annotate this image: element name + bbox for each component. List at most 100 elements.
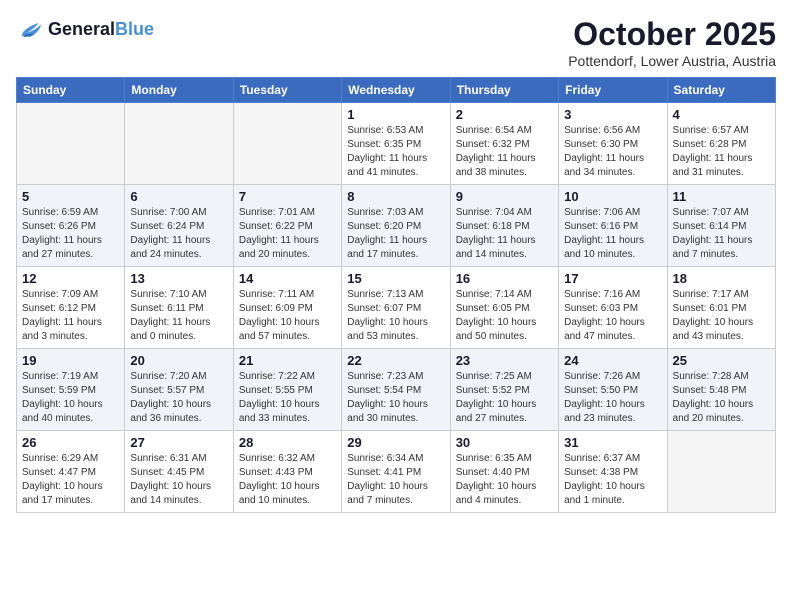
cell-day-number: 7 [239, 189, 336, 204]
cell-day-number: 25 [673, 353, 770, 368]
calendar-cell [667, 431, 775, 513]
calendar-week-row: 26 Sunrise: 6:29 AM Sunset: 4:47 PM Dayli… [17, 431, 776, 513]
cell-info: Sunrise: 6:35 AM Sunset: 4:40 PM Dayligh… [456, 452, 553, 508]
cell-day-number: 10 [564, 189, 661, 204]
cell-info: Sunrise: 7:09 AM Sunset: 6:12 PM Dayligh… [22, 288, 119, 344]
cell-info: Sunrise: 6:32 AM Sunset: 4:43 PM Dayligh… [239, 452, 336, 508]
cell-day-number: 17 [564, 271, 661, 286]
calendar-cell: 21 Sunrise: 7:22 AM Sunset: 5:55 PM Dayli… [233, 349, 341, 431]
cell-day-number: 1 [347, 107, 444, 122]
calendar-cell: 6 Sunrise: 7:00 AM Sunset: 6:24 PM Daylig… [125, 185, 233, 267]
calendar-cell: 7 Sunrise: 7:01 AM Sunset: 6:22 PM Daylig… [233, 185, 341, 267]
day-header-thursday: Thursday [450, 78, 558, 103]
calendar-cell: 26 Sunrise: 6:29 AM Sunset: 4:47 PM Dayli… [17, 431, 125, 513]
day-header-wednesday: Wednesday [342, 78, 450, 103]
calendar-cell: 27Sunrise: 6:31 AM Sunset: 4:45 PM Dayli… [125, 431, 233, 513]
calendar-week-row: 19 Sunrise: 7:19 AM Sunset: 5:59 PM Dayli… [17, 349, 776, 431]
logo-text: GeneralBlue [48, 20, 154, 40]
calendar-cell: 18 Sunrise: 7:17 AM Sunset: 6:01 PM Dayli… [667, 267, 775, 349]
cell-day-number: 18 [673, 271, 770, 286]
cell-info: Sunrise: 7:04 AM Sunset: 6:18 PM Dayligh… [456, 206, 553, 262]
logo-icon [16, 16, 44, 44]
logo: GeneralBlue [16, 16, 154, 44]
calendar-cell: 13 Sunrise: 7:10 AM Sunset: 6:11 PM Dayli… [125, 267, 233, 349]
cell-day-number: 9 [456, 189, 553, 204]
cell-info: Sunrise: 7:11 AM Sunset: 6:09 PM Dayligh… [239, 288, 336, 344]
calendar-cell: 17 Sunrise: 7:16 AM Sunset: 6:03 PM Dayli… [559, 267, 667, 349]
cell-day-number: 20 [130, 353, 227, 368]
calendar-table: SundayMondayTuesdayWednesdayThursdayFrid… [16, 77, 776, 513]
calendar-cell: 5Sunrise: 6:59 AM Sunset: 6:26 PM Daylig… [17, 185, 125, 267]
cell-day-number: 8 [347, 189, 444, 204]
calendar-cell: 14 Sunrise: 7:11 AM Sunset: 6:09 PM Dayli… [233, 267, 341, 349]
cell-day-number: 27 [130, 435, 227, 450]
cell-day-number: 12 [22, 271, 119, 286]
cell-info: Sunrise: 7:28 AM Sunset: 5:48 PM Dayligh… [673, 370, 770, 426]
cell-info: Sunrise: 6:54 AM Sunset: 6:32 PM Dayligh… [456, 124, 553, 180]
calendar-cell: 10Sunrise: 7:06 AM Sunset: 6:16 PM Dayli… [559, 185, 667, 267]
calendar-cell: 12 Sunrise: 7:09 AM Sunset: 6:12 PM Dayli… [17, 267, 125, 349]
cell-day-number: 31 [564, 435, 661, 450]
calendar-header-row: SundayMondayTuesdayWednesdayThursdayFrid… [17, 78, 776, 103]
cell-day-number: 11 [673, 189, 770, 204]
cell-day-number: 6 [130, 189, 227, 204]
calendar-cell: 9 Sunrise: 7:04 AM Sunset: 6:18 PM Daylig… [450, 185, 558, 267]
calendar-cell: 19 Sunrise: 7:19 AM Sunset: 5:59 PM Dayli… [17, 349, 125, 431]
cell-day-number: 29 [347, 435, 444, 450]
cell-info: Sunrise: 6:34 AM Sunset: 4:41 PM Dayligh… [347, 452, 444, 508]
calendar-cell: 31 Sunrise: 6:37 AM Sunset: 4:38 PM Dayli… [559, 431, 667, 513]
cell-info: Sunrise: 7:07 AM Sunset: 6:14 PM Dayligh… [673, 206, 770, 262]
cell-info: Sunrise: 7:14 AM Sunset: 6:05 PM Dayligh… [456, 288, 553, 344]
calendar-cell: 1 Sunrise: 6:53 AM Sunset: 6:35 PM Daylig… [342, 103, 450, 185]
cell-info: Sunrise: 7:26 AM Sunset: 5:50 PM Dayligh… [564, 370, 661, 426]
page-header: GeneralBlue October 2025 Pottendorf, Low… [16, 16, 776, 69]
cell-info: Sunrise: 7:20 AM Sunset: 5:57 PM Dayligh… [130, 370, 227, 426]
calendar-cell: 22 Sunrise: 7:23 AM Sunset: 5:54 PM Dayli… [342, 349, 450, 431]
cell-day-number: 28 [239, 435, 336, 450]
calendar-cell [125, 103, 233, 185]
cell-day-number: 30 [456, 435, 553, 450]
cell-info: Sunrise: 7:03 AM Sunset: 6:20 PM Dayligh… [347, 206, 444, 262]
day-header-friday: Friday [559, 78, 667, 103]
cell-info: Sunrise: 7:10 AM Sunset: 6:11 PM Dayligh… [130, 288, 227, 344]
cell-info: Sunrise: 6:37 AM Sunset: 4:38 PM Dayligh… [564, 452, 661, 508]
cell-day-number: 26 [22, 435, 119, 450]
cell-info: Sunrise: 6:59 AM Sunset: 6:26 PM Dayligh… [22, 206, 119, 262]
cell-info: Sunrise: 6:29 AM Sunset: 4:47 PM Dayligh… [22, 452, 119, 508]
cell-info: Sunrise: 7:19 AM Sunset: 5:59 PM Dayligh… [22, 370, 119, 426]
cell-day-number: 13 [130, 271, 227, 286]
calendar-cell: 20 Sunrise: 7:20 AM Sunset: 5:57 PM Dayli… [125, 349, 233, 431]
calendar-cell: 2Sunrise: 6:54 AM Sunset: 6:32 PM Daylig… [450, 103, 558, 185]
cell-day-number: 24 [564, 353, 661, 368]
cell-info: Sunrise: 6:53 AM Sunset: 6:35 PM Dayligh… [347, 124, 444, 180]
cell-day-number: 14 [239, 271, 336, 286]
calendar-cell: 15Sunrise: 7:13 AM Sunset: 6:07 PM Dayli… [342, 267, 450, 349]
cell-day-number: 19 [22, 353, 119, 368]
cell-info: Sunrise: 7:16 AM Sunset: 6:03 PM Dayligh… [564, 288, 661, 344]
calendar-cell: 24 Sunrise: 7:26 AM Sunset: 5:50 PM Dayli… [559, 349, 667, 431]
cell-day-number: 15 [347, 271, 444, 286]
cell-info: Sunrise: 7:23 AM Sunset: 5:54 PM Dayligh… [347, 370, 444, 426]
calendar-week-row: 1 Sunrise: 6:53 AM Sunset: 6:35 PM Daylig… [17, 103, 776, 185]
calendar-cell: 30 Sunrise: 6:35 AM Sunset: 4:40 PM Dayli… [450, 431, 558, 513]
cell-day-number: 21 [239, 353, 336, 368]
cell-info: Sunrise: 6:56 AM Sunset: 6:30 PM Dayligh… [564, 124, 661, 180]
cell-info: Sunrise: 6:57 AM Sunset: 6:28 PM Dayligh… [673, 124, 770, 180]
cell-info: Sunrise: 7:00 AM Sunset: 6:24 PM Dayligh… [130, 206, 227, 262]
calendar-cell [17, 103, 125, 185]
calendar-week-row: 5Sunrise: 6:59 AM Sunset: 6:26 PM Daylig… [17, 185, 776, 267]
cell-day-number: 22 [347, 353, 444, 368]
day-header-tuesday: Tuesday [233, 78, 341, 103]
calendar-cell: 3 Sunrise: 6:56 AM Sunset: 6:30 PM Daylig… [559, 103, 667, 185]
day-header-sunday: Sunday [17, 78, 125, 103]
cell-info: Sunrise: 7:17 AM Sunset: 6:01 PM Dayligh… [673, 288, 770, 344]
location: Pottendorf, Lower Austria, Austria [568, 53, 776, 69]
calendar-cell: 11 Sunrise: 7:07 AM Sunset: 6:14 PM Dayli… [667, 185, 775, 267]
cell-day-number: 3 [564, 107, 661, 122]
cell-day-number: 23 [456, 353, 553, 368]
calendar-cell: 4Sunrise: 6:57 AM Sunset: 6:28 PM Daylig… [667, 103, 775, 185]
cell-info: Sunrise: 7:22 AM Sunset: 5:55 PM Dayligh… [239, 370, 336, 426]
cell-info: Sunrise: 7:01 AM Sunset: 6:22 PM Dayligh… [239, 206, 336, 262]
calendar-cell: 16 Sunrise: 7:14 AM Sunset: 6:05 PM Dayli… [450, 267, 558, 349]
cell-day-number: 16 [456, 271, 553, 286]
